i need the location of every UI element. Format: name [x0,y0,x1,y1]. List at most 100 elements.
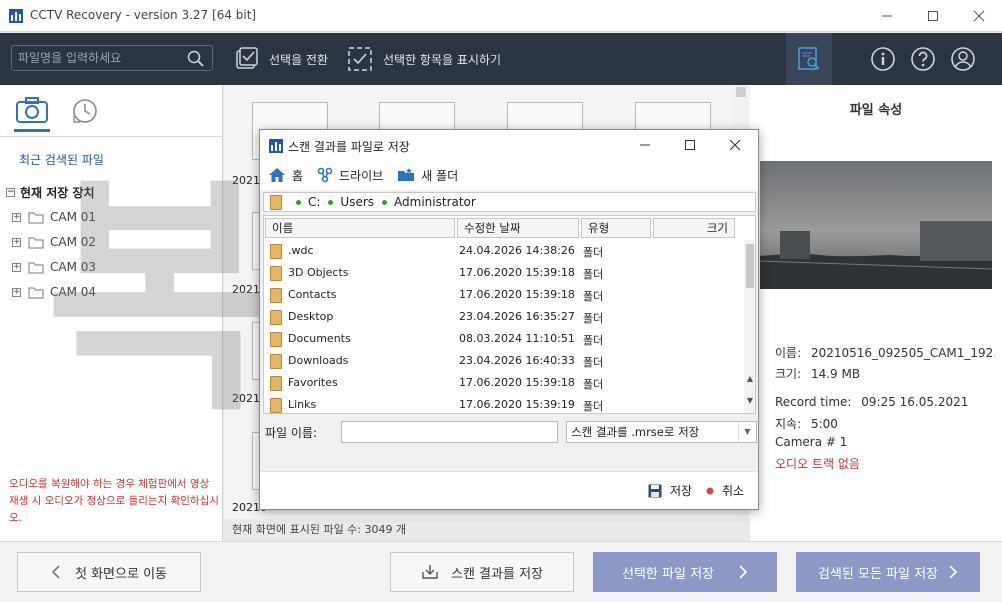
search-box[interactable] [11,45,213,71]
folder-icon [28,236,44,249]
download-tray-icon [421,564,439,580]
dialog-cancel-button[interactable]: 취소 [706,482,744,499]
filetype-select[interactable]: 스캔 결과를 .mrse로 저장 ▼ [566,421,757,443]
file-date: 23.04.2026 16:40:33 [459,354,575,367]
maximize-button[interactable] [910,0,956,32]
expand-icon[interactable]: + [12,287,21,297]
folder-icon [28,261,44,274]
toggle-selection-label: 선택을 전환 [269,52,329,67]
file-type: 폴더 [583,268,604,281]
drives-button[interactable]: 드라이브 [317,167,389,184]
file-row[interactable]: Documents 08.03.2024 11:10:51 폴더 [264,328,742,350]
path-bar[interactable]: C: Users Administrator [263,192,756,212]
file-row[interactable]: Links 17.06.2020 15:39:19 폴더 [264,394,742,413]
dialog-close-button[interactable] [712,130,758,160]
chevron-right-icon [738,565,748,579]
breadcrumb-dot [328,199,334,205]
go-home-button[interactable]: 첫 화면으로 이동 [17,552,201,592]
file-type: 폴더 [583,290,604,303]
save-all-button[interactable]: 검색된 모든 파일 저장 [796,552,980,592]
breadcrumb-dot [382,199,388,205]
home-button[interactable]: 홈 [268,167,309,184]
prop-size-label: 크기: [775,367,802,381]
file-row[interactable]: Desktop 23.04.2026 16:35:27 폴더 [264,306,742,328]
drives-label: 드라이브 [339,168,384,183]
dialog-title-bar: 스캔 결과를 파일로 저장 [260,130,758,160]
video-preview[interactable] [760,161,992,289]
scroll-down-icon[interactable]: ▼ [745,396,755,406]
bottom-bar: 첫 화면으로 이동 스캔 결과를 저장 선택한 파일 저장 검색된 모든 파일 … [0,541,1002,602]
help-icon[interactable] [909,45,937,73]
toggle-selection-button[interactable]: 선택을 전환 [235,45,328,73]
file-row[interactable]: Contacts 17.06.2020 15:39:18 폴더 [264,284,742,306]
network-icon [317,167,333,183]
dialog-maximize-button[interactable] [667,130,713,160]
save-scan-button[interactable]: 스캔 결과를 저장 [390,552,574,592]
filename-input[interactable] [341,421,558,443]
search-input[interactable] [18,49,178,67]
history-tab[interactable] [70,96,100,126]
new-folder-icon [397,167,415,183]
file-row[interactable]: .wdc 24.04.2026 14:38:26 폴더 [264,240,742,262]
new-folder-button[interactable]: 새 폴더 [397,167,464,184]
file-list-view-button[interactable] [786,33,832,85]
search-icon[interactable] [187,50,204,67]
prop-record-value: 09:25 16.05.2021 [861,395,969,409]
expand-icon[interactable]: + [12,212,21,222]
window-title: CCTV Recovery - version 3.27 [64 bit] [30,8,257,22]
expand-icon[interactable]: + [12,237,21,247]
tree-item-cam03[interactable]: + CAM 03 [12,260,96,274]
dialog-footer: 저장 취소 [260,471,758,509]
file-row[interactable]: Favorites 17.06.2020 15:39:18 폴더 [264,372,742,394]
save-selected-label: 선택한 파일 저장 [622,566,714,582]
column-header-type[interactable]: 유형 [581,218,651,238]
file-name: Desktop [288,310,334,323]
tree-item-cam01[interactable]: + CAM 01 [12,210,96,224]
info-icon[interactable] [869,45,897,73]
new-folder-label: 새 폴더 [421,168,459,183]
save-selected-button[interactable]: 선택한 파일 저장 [593,552,777,592]
device-tree-header[interactable]: − 현재 저장 장치 [6,184,95,201]
checkbox-icon [235,47,259,71]
file-name: Links [288,398,317,411]
dialog-cancel-label: 취소 [722,484,745,498]
tree-item-cam02[interactable]: + CAM 02 [12,235,96,249]
close-window-button[interactable] [956,0,1002,32]
dialog-toolbar: 홈 드라이브 새 폴더 [260,160,758,190]
file-list-scrollbar[interactable]: ▲ ▼ [744,240,755,413]
column-header-size[interactable]: 크기 [653,218,735,238]
collapse-icon[interactable]: − [6,188,15,197]
scrollbar-thumb[interactable] [736,87,746,97]
account-icon[interactable] [949,45,977,73]
expand-icon[interactable]: + [12,262,21,272]
prop-record-label: Record time: [775,395,852,409]
column-header-name[interactable]: 이름 [265,218,455,238]
app-logo-icon [268,138,284,154]
breadcrumb-c[interactable]: C: [296,195,320,209]
scrollbar-thumb[interactable] [746,244,754,288]
audio-note: 오디오를 복원해야 하는 경우 체험판에서 영상 재생 시 오디오가 정상으로 … [9,478,219,524]
properties-title: 파일 속성 [849,103,903,118]
chevron-down-icon[interactable]: ▼ [738,422,756,442]
show-selected-button[interactable]: 선택한 항목을 표시하기 [347,45,501,73]
recent-files-link[interactable]: 최근 검색된 파일 [19,151,104,168]
tree-item-cam04[interactable]: + CAM 04 [12,285,96,299]
breadcrumb-administrator[interactable]: Administrator [382,195,476,209]
file-row[interactable]: Downloads 23.04.2026 16:40:33 폴더 [264,350,742,372]
file-row[interactable]: 3D Objects 17.06.2020 15:39:18 폴더 [264,262,742,284]
dialog-title: 스캔 결과를 파일로 저장 [288,140,410,154]
dialog-minimize-button[interactable] [622,130,668,160]
folder-icon [270,376,282,391]
folder-icon [270,288,282,303]
cancel-dot-icon [706,487,714,495]
minimize-button[interactable] [864,0,910,32]
breadcrumb-users[interactable]: Users [328,195,374,209]
file-type: 폴더 [583,312,604,325]
file-type: 폴더 [583,246,604,259]
file-name: 3D Objects [288,266,349,279]
dialog-save-button[interactable]: 저장 [648,482,692,499]
camera-tab[interactable] [14,95,50,125]
column-header-date[interactable]: 수정한 날짜 [457,218,579,238]
scroll-up-icon[interactable]: ▲ [745,374,755,384]
file-type: 폴더 [583,400,604,413]
